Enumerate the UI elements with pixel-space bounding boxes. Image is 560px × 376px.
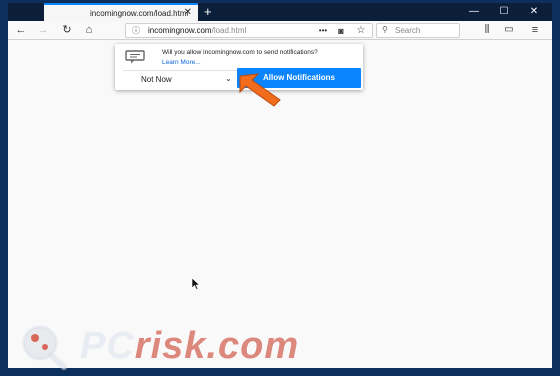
tab-close-icon[interactable]: ✕ (184, 7, 192, 19)
search-placeholder: Search (395, 26, 421, 35)
watermark-text: PCrisk.com (80, 325, 299, 368)
watermark-pc: PC (80, 325, 135, 367)
bookmark-star-icon[interactable]: ☆ (354, 24, 368, 38)
info-icon[interactable]: ⓘ (132, 25, 140, 36)
close-window-button[interactable]: ✕ (524, 3, 544, 21)
library-icon[interactable]: ⫼ (480, 23, 494, 37)
pcrisk-watermark: PCrisk.com (18, 323, 338, 371)
search-icon: ⚲ (382, 25, 388, 34)
reload-icon[interactable]: ↻ (60, 23, 74, 37)
select-value: Not Now (141, 75, 172, 84)
page-content: Will you allow incomingnow.com to send n… (8, 40, 552, 368)
learn-more-link[interactable]: Learn More... (162, 59, 201, 66)
tab-title: incomingnow.com/load.html (90, 8, 189, 18)
forward-icon[interactable]: → (36, 23, 50, 37)
url-text: incomingnow.com/load.html (148, 26, 246, 35)
minimize-button[interactable]: — (464, 3, 484, 21)
url-host: incomingnow.com (148, 26, 212, 35)
watermark-risk: risk.com (134, 325, 300, 367)
pointer-arrow-annotation (239, 73, 281, 107)
page-actions-icon[interactable]: ••• (316, 24, 330, 38)
url-path: /load.html (211, 26, 247, 35)
url-bar[interactable]: ⓘ incomingnow.com/load.html ••• ◙ ☆ (125, 23, 373, 38)
tab-active[interactable]: incomingnow.com/load.html ✕ (44, 3, 198, 21)
magnifier-logo-icon (22, 325, 67, 370)
mouse-cursor-icon (192, 278, 200, 290)
new-tab-button[interactable]: + (204, 3, 212, 20)
maximize-button[interactable]: ☐ (494, 3, 514, 21)
home-icon[interactable]: ⌂ (82, 23, 96, 37)
chat-bubble-icon (125, 50, 145, 64)
search-bar[interactable]: ⚲ Search (376, 23, 460, 38)
browser-titlebar: incomingnow.com/load.html ✕ + — ☐ ✕ (8, 3, 552, 21)
navigation-toolbar: ← → ↻ ⌂ ⓘ incomingnow.com/load.html ••• … (8, 21, 552, 40)
menu-icon[interactable]: ≡ (528, 23, 542, 37)
sidebar-icon[interactable]: ▭ (502, 23, 516, 37)
notification-question: Will you allow incomingnow.com to send n… (162, 49, 318, 56)
chevron-down-icon: ⌄ (225, 74, 232, 83)
permission-select[interactable]: Not Now ⌄ (123, 70, 237, 89)
back-icon[interactable]: ← (14, 23, 28, 37)
pocket-icon[interactable]: ◙ (334, 24, 348, 38)
